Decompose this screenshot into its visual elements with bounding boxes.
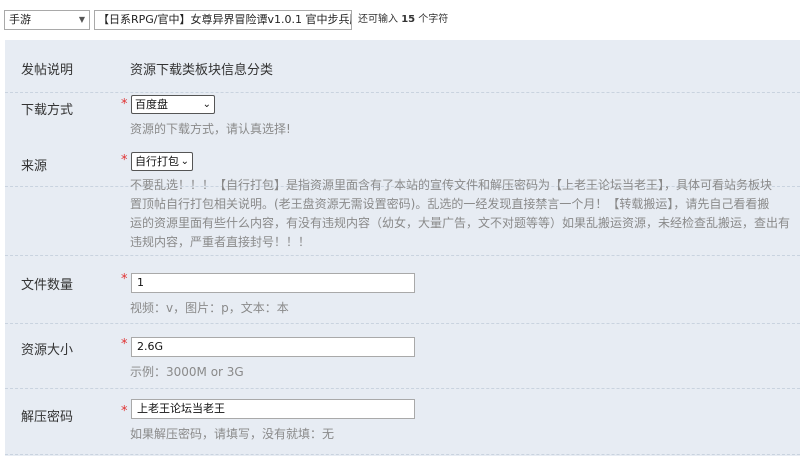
title-input[interactable]: 【日系RPG/官中】女尊异界冒险谭v1.0.1 官中步兵版 xyxy=(94,10,352,30)
download-method-value: 百度盘 xyxy=(135,98,168,111)
char-hint-count: 15 xyxy=(401,14,416,25)
source-hint-line: 运的资源里面有些什么内容，有没有违规内容（幼女，大量广告，文不对题等等）如果乱搬… xyxy=(130,216,791,230)
source-value: 自行打包 xyxy=(135,155,179,168)
download-method-select[interactable]: 百度盘 ⌄ xyxy=(131,95,215,114)
char-hint-suffix: 个字符 xyxy=(418,14,449,25)
topbar: 手游 ▼ 【日系RPG/官中】女尊异界冒险谭v1.0.1 官中步兵版 还可输入 … xyxy=(0,0,800,34)
source-select[interactable]: 自行打包 ⌄ xyxy=(131,152,193,171)
file-count-input[interactable]: 1 xyxy=(131,273,415,293)
row-post-description: 发帖说明 资源下载类板块信息分类 xyxy=(5,40,800,93)
post-form: 发帖说明 资源下载类板块信息分类 下载方式 * 百度盘 ⌄ 资源的下载方式，请认… xyxy=(5,40,800,456)
file-count-label: 文件数量 xyxy=(21,278,74,293)
type-select-value: 手游 xyxy=(9,13,31,26)
download-method-label: 下载方式 xyxy=(21,103,74,118)
required-marker: * xyxy=(121,153,128,168)
post-description-value: 资源下载类板块信息分类 xyxy=(130,63,274,78)
type-select[interactable]: 手游 ▼ xyxy=(4,10,90,30)
extract-password-hint: 如果解压密码，请填写，没有就填：无 xyxy=(130,427,335,441)
source-hint-line: 违规内容，严重者直接封号！！！ xyxy=(130,235,311,249)
row-resource-size: 资源大小 * 2.6G 示例：3000M or 3G xyxy=(5,323,800,389)
required-marker: * xyxy=(121,337,128,352)
required-marker: * xyxy=(121,97,128,112)
resource-size-hint: 示例：3000M or 3G xyxy=(130,365,244,379)
chevron-down-icon: ▼ xyxy=(78,15,85,24)
row-file-count: 文件数量 * 1 视频：v，图片：p，文本：本 xyxy=(5,255,800,324)
file-count-hint: 视频：v，图片：p，文本：本 xyxy=(130,301,289,315)
row-source: 来源 * 自行打包 ⌄ 不要乱选！！！【自行打包】是指资源里面含有了本站的宣传文… xyxy=(5,147,800,256)
post-description-label: 发帖说明 xyxy=(21,63,74,78)
source-hint-line: 不要乱选！！！【自行打包】是指资源里面含有了本站的宣传文件和解压密码为【上老王论… xyxy=(130,178,773,192)
char-hint-prefix: 还可输入 xyxy=(358,14,398,25)
chevron-down-icon: ⌄ xyxy=(202,99,211,110)
extract-password-label: 解压密码 xyxy=(21,410,74,425)
extract-password-input[interactable]: 上老王论坛当老王 xyxy=(131,399,415,419)
resource-size-label: 资源大小 xyxy=(21,343,74,358)
chevron-down-icon: ⌄ xyxy=(180,156,189,167)
source-hint-line: 置顶帖自行打包相关说明。(老王盘资源无需设置密码)。乱选的一经发现直接禁言一个月… xyxy=(130,197,770,211)
download-method-hint: 资源的下载方式，请认真选择! xyxy=(130,122,291,136)
required-marker: * xyxy=(121,272,128,287)
required-marker: * xyxy=(121,404,128,419)
source-hint: 不要乱选！！！【自行打包】是指资源里面含有了本站的宣传文件和解压密码为【上老王论… xyxy=(130,176,800,252)
char-count-hint: 还可输入 15 个字符 xyxy=(358,10,448,30)
resource-size-input[interactable]: 2.6G xyxy=(131,337,415,357)
row-extract-password: 解压密码 * 上老王论坛当老王 如果解压密码，请填写，没有就填：无 xyxy=(5,388,800,455)
source-label: 来源 xyxy=(21,159,48,174)
